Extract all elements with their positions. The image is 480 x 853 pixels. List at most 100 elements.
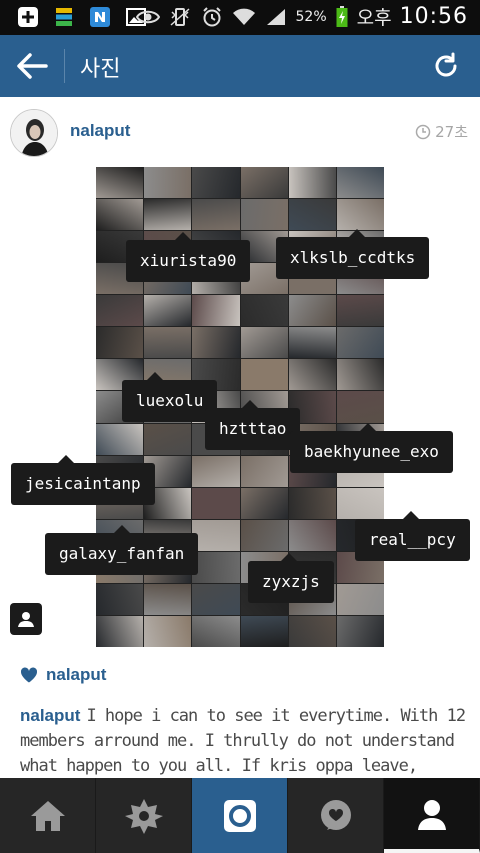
collage-tile: [336, 487, 384, 519]
tab-home[interactable]: [0, 778, 96, 853]
user-tag-label: jesicaintanp: [25, 474, 141, 493]
collage-tile: [144, 295, 192, 327]
heart-icon: [20, 667, 38, 683]
time-ago: 27초: [415, 121, 468, 142]
collage-tile: [240, 167, 288, 199]
action-bar-divider: [64, 49, 65, 83]
clock-time: 10:56: [399, 4, 468, 29]
collage-tile: [336, 391, 384, 423]
likes-username[interactable]: nalaput: [46, 665, 106, 685]
user-tag[interactable]: jesicaintanp: [11, 455, 155, 505]
user-tag[interactable]: hztttao: [205, 400, 301, 450]
bottom-tab-bar: [0, 778, 480, 853]
user-tag-label: luexolu: [136, 391, 204, 410]
collage-tile: [240, 327, 288, 359]
refresh-button[interactable]: [430, 49, 462, 83]
collage-tile: [96, 583, 144, 615]
collage-tile: [240, 359, 288, 391]
collage-tile: [96, 295, 144, 327]
tab-profile[interactable]: [384, 778, 480, 853]
collage-tile: [336, 295, 384, 327]
tab-explore[interactable]: [96, 778, 192, 853]
refresh-icon: [435, 52, 457, 77]
collage-tile: [96, 327, 144, 359]
user-tag[interactable]: xlkslb_ccdtks: [276, 229, 430, 279]
profile-icon: [417, 799, 446, 830]
collage-tile: [192, 167, 240, 199]
tab-news[interactable]: [288, 778, 384, 853]
explore-icon: [124, 798, 163, 834]
collage-tile: [336, 199, 384, 231]
news-icon: [320, 799, 351, 830]
tab-camera[interactable]: [192, 778, 288, 853]
page-title: 사진: [80, 57, 121, 82]
likes-row: nalaput: [20, 665, 106, 685]
wifi-icon: [232, 5, 256, 29]
collage-tile: [288, 359, 336, 391]
signal-icon: [264, 5, 288, 29]
collage-tile: [240, 455, 288, 487]
collage-tile: [240, 487, 288, 519]
battery-icon: [335, 5, 349, 29]
collage-tile: [192, 487, 240, 519]
clock-icon: [415, 124, 431, 139]
collage-tile: [192, 295, 240, 327]
user-tag[interactable]: real__pcy: [355, 511, 470, 561]
collage-tile: [288, 487, 336, 519]
collage-tile: [240, 615, 288, 647]
naver-icon: [88, 5, 112, 29]
user-tag[interactable]: zyxzjs: [248, 553, 334, 603]
user-tag-label: xiurista90: [140, 251, 237, 270]
collage-tile: [336, 359, 384, 391]
collage-tile: [336, 583, 384, 615]
time-ago-text: 27초: [435, 123, 468, 141]
collage-tile: [192, 199, 240, 231]
collage-tile: [144, 327, 192, 359]
user-tag-label: real__pcy: [369, 530, 456, 549]
battery-percent: 52%: [295, 8, 327, 25]
collage-tile: [336, 615, 384, 647]
collage-tile: [336, 167, 384, 199]
collage-tile: [96, 167, 144, 199]
camera-icon: [223, 799, 256, 832]
user-tag-label: zyxzjs: [262, 572, 320, 591]
collage-tile: [240, 295, 288, 327]
avatar[interactable]: [10, 109, 58, 157]
user-tag-label: galaxy_fanfan: [59, 544, 185, 563]
stack-icon: [52, 5, 76, 29]
eye-icon: [135, 5, 160, 29]
collage-tile: [288, 295, 336, 327]
post-header: nalaput 27초: [0, 97, 480, 167]
collage-tile: [96, 423, 144, 455]
user-tag[interactable]: baekhyunee_exo: [290, 423, 453, 473]
collage-tile: [288, 519, 336, 551]
caption-username[interactable]: nalaput: [20, 706, 80, 725]
collage-tile: [192, 327, 240, 359]
arrow-left-icon: [17, 53, 48, 79]
alarm-icon: [200, 5, 224, 29]
collage-tile: [96, 615, 144, 647]
collage-tile: [192, 455, 240, 487]
user-tag[interactable]: luexolu: [122, 372, 218, 422]
collage-tile: [288, 199, 336, 231]
collage-tile: [144, 423, 192, 455]
status-bar: 52% 오후 10:56: [0, 0, 480, 35]
user-tag[interactable]: xiurista90: [126, 232, 251, 282]
user-tag-label: xlkslb_ccdtks: [290, 248, 416, 267]
collage-tile: [144, 167, 192, 199]
back-button[interactable]: [14, 49, 50, 83]
collage-tile: [96, 199, 144, 231]
post-username[interactable]: nalaput: [70, 121, 130, 141]
collage-tile: [288, 167, 336, 199]
add-icon: [16, 5, 40, 29]
user-tag[interactable]: galaxy_fanfan: [45, 525, 199, 575]
caption-text: I hope i can to see it everytime. With 1…: [20, 706, 466, 776]
people-tag-button[interactable]: [10, 603, 42, 635]
user-tag-label: baekhyunee_exo: [304, 442, 439, 461]
collage-tile: [192, 519, 240, 551]
action-bar: 사진: [0, 35, 480, 97]
collage-tile: [336, 327, 384, 359]
collage-tile: [192, 551, 240, 583]
caption: nalaput I hope i can to see it everytime.…: [20, 703, 470, 778]
user-tag-label: hztttao: [219, 419, 287, 438]
